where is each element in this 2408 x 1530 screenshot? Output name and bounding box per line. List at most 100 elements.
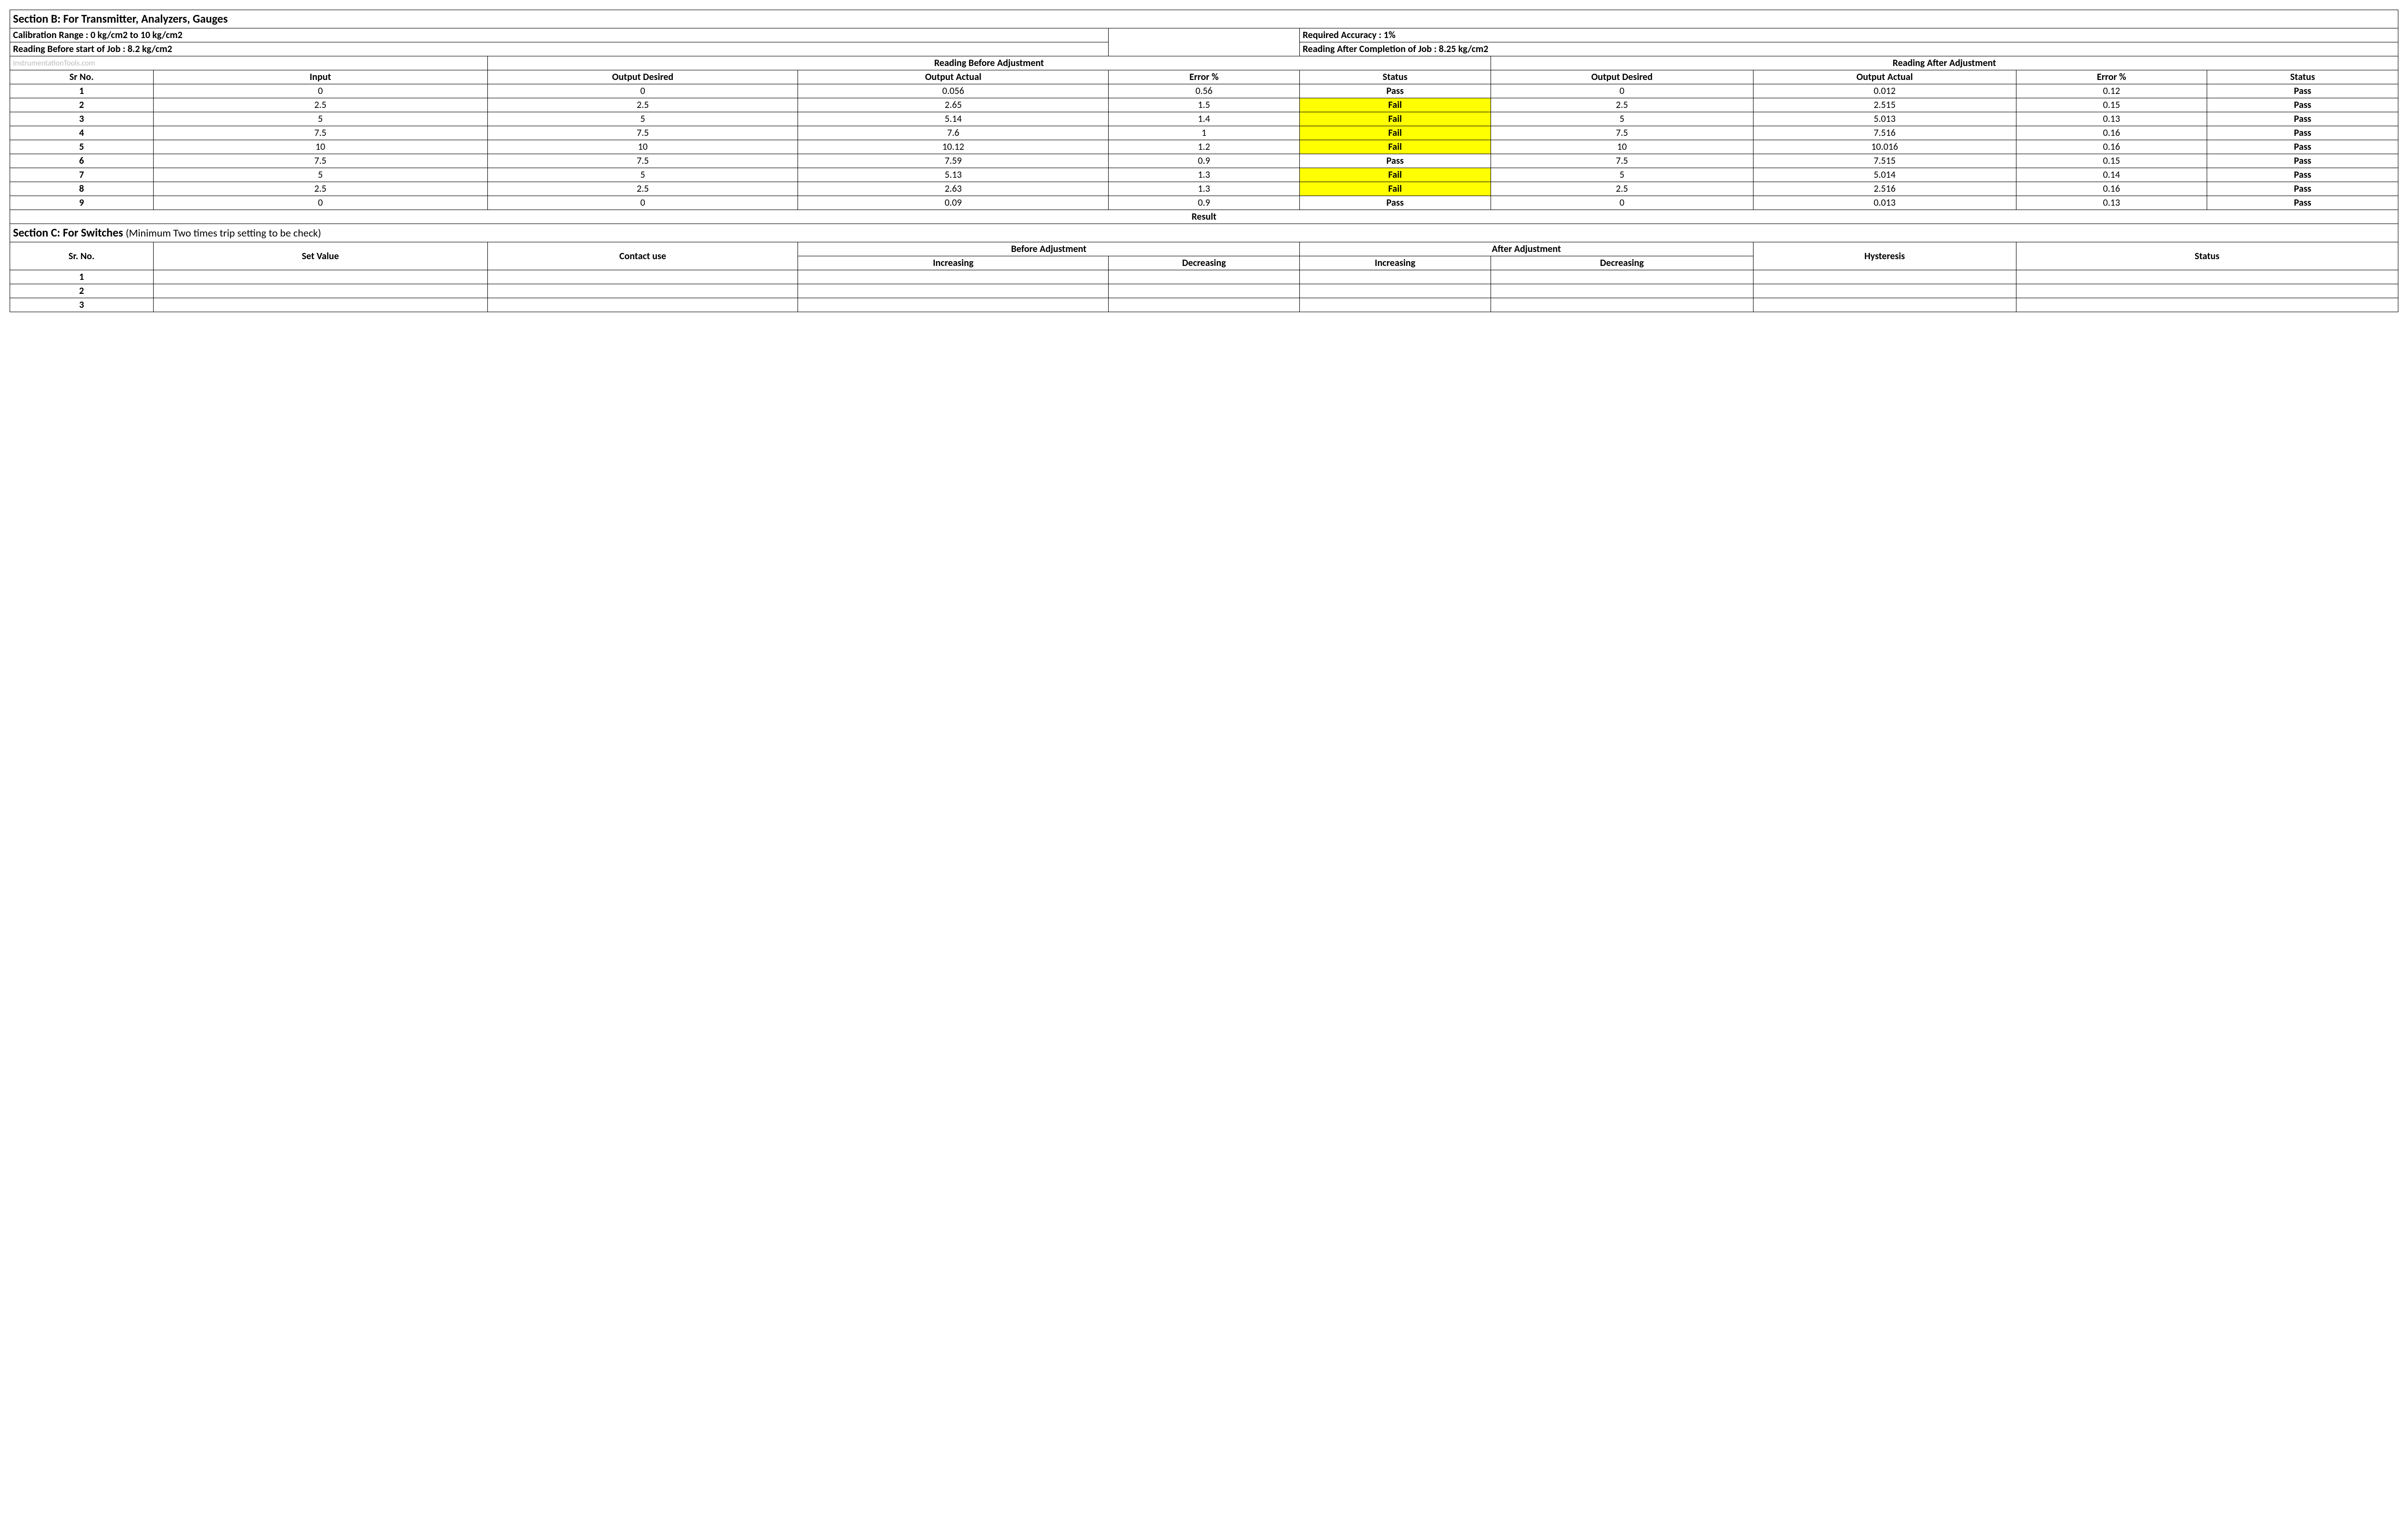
table-row: 1 — [10, 270, 2398, 284]
cell: 7.59 — [798, 154, 1109, 168]
c-col-afteradj: After Adjustment — [1299, 242, 1753, 256]
cell: 0.09 — [798, 196, 1109, 210]
cell — [487, 284, 798, 298]
section-c-note: (Minimum Two times trip setting to be ch… — [126, 226, 321, 239]
cell: Pass — [1299, 84, 1491, 98]
cell: 2.5 — [1491, 182, 1753, 196]
cell: 0.9 — [1109, 154, 1300, 168]
cell: 1.3 — [1109, 168, 1300, 182]
cell: 4 — [10, 126, 154, 140]
cell: 7.5 — [1491, 126, 1753, 140]
cell: 10.016 — [1754, 140, 2016, 154]
table-row: 47.57.57.61Fail7.57.5160.16Pass — [10, 126, 2398, 140]
cell: 0 — [1491, 84, 1753, 98]
spacer-cell — [1109, 28, 1300, 56]
cell: 7.5 — [153, 126, 487, 140]
col-before-status: Status — [1299, 70, 1491, 84]
section-b-title: Section B: For Transmitter, Analyzers, G… — [10, 10, 2398, 28]
cell — [1754, 298, 2016, 312]
cell: 1.5 — [1109, 98, 1300, 112]
cell: Pass — [2207, 196, 2398, 210]
cell: 2.5 — [487, 98, 798, 112]
cell: 10 — [153, 140, 487, 154]
calibration-range: Calibration Range : 0 kg/cm2 to 10 kg/cm… — [10, 28, 1109, 42]
cell — [1299, 284, 1491, 298]
cell: 0.013 — [1754, 196, 2016, 210]
table-row: 67.57.57.590.9Pass7.57.5150.15Pass — [10, 154, 2398, 168]
cell: Fail — [1299, 182, 1491, 196]
calibration-report-table: Section B: For Transmitter, Analyzers, G… — [10, 10, 2398, 312]
cell: Pass — [2207, 140, 2398, 154]
cell: 9 — [10, 196, 154, 210]
cell: Pass — [1299, 196, 1491, 210]
cell: 7.6 — [798, 126, 1109, 140]
cell: 0.15 — [2016, 154, 2207, 168]
cell — [1754, 284, 2016, 298]
table-row: 82.52.52.631.3Fail2.52.5160.16Pass — [10, 182, 2398, 196]
cell: 5 — [10, 140, 154, 154]
cell: 2 — [10, 284, 154, 298]
cell — [1491, 284, 1753, 298]
col-after-status: Status — [2207, 70, 2398, 84]
table-row: 5101010.121.2Fail1010.0160.16Pass — [10, 140, 2398, 154]
col-after-error: Error % — [2016, 70, 2207, 84]
cell: 10 — [1491, 140, 1753, 154]
cell: 7 — [10, 168, 154, 182]
cell: Fail — [1299, 168, 1491, 182]
cell: 0 — [153, 196, 487, 210]
cell: 10.12 — [798, 140, 1109, 154]
cell: 2.63 — [798, 182, 1109, 196]
cell: 1.3 — [1109, 182, 1300, 196]
cell: 2.65 — [798, 98, 1109, 112]
cell: 0.16 — [2016, 140, 2207, 154]
cell — [1754, 270, 2016, 284]
cell: 0.12 — [2016, 84, 2207, 98]
cell: Fail — [1299, 98, 1491, 112]
cell: 5 — [153, 168, 487, 182]
cell: 1.2 — [1109, 140, 1300, 154]
c-col-srno: Sr. No. — [10, 242, 154, 270]
table-row: 9000.090.9Pass00.0130.13Pass — [10, 196, 2398, 210]
table-row: 3 — [10, 298, 2398, 312]
cell: Fail — [1299, 140, 1491, 154]
c-col-contactuse: Contact use — [487, 242, 798, 270]
cell: 7.515 — [1754, 154, 2016, 168]
table-row: 1000.0560.56Pass00.0120.12Pass — [10, 84, 2398, 98]
table-row: 2 — [10, 284, 2398, 298]
cell: 0.012 — [1754, 84, 2016, 98]
cell: 0 — [487, 84, 798, 98]
cell: 3 — [10, 298, 154, 312]
cell — [798, 270, 1109, 284]
cell: 1 — [10, 84, 154, 98]
cell — [487, 298, 798, 312]
cell: 7.5 — [1491, 154, 1753, 168]
cell: 2.516 — [1754, 182, 2016, 196]
required-accuracy: Required Accuracy : 1% — [1299, 28, 2398, 42]
cell — [153, 298, 487, 312]
cell: 10 — [487, 140, 798, 154]
cell — [1109, 298, 1300, 312]
c-col-after-inc: Increasing — [1299, 256, 1491, 270]
table-row: 7555.131.3Fail55.0140.14Pass — [10, 168, 2398, 182]
cell: 0.056 — [798, 84, 1109, 98]
cell: 0.14 — [2016, 168, 2207, 182]
cell — [1109, 284, 1300, 298]
c-col-after-dec: Decreasing — [1491, 256, 1753, 270]
cell: Pass — [2207, 84, 2398, 98]
c-col-status: Status — [2016, 242, 2398, 270]
cell: 5.013 — [1754, 112, 2016, 126]
section-c-title: Section C: For Switches (Minimum Two tim… — [10, 224, 2398, 242]
cell — [798, 298, 1109, 312]
result-label: Result — [10, 210, 2398, 224]
cell: Pass — [2207, 182, 2398, 196]
cell — [2016, 284, 2398, 298]
cell: 2 — [10, 98, 154, 112]
cell — [1109, 270, 1300, 284]
cell: 5.13 — [798, 168, 1109, 182]
cell — [1491, 298, 1753, 312]
cell: 2.515 — [1754, 98, 2016, 112]
c-col-hysteresis: Hysteresis — [1754, 242, 2016, 270]
cell: Pass — [2207, 154, 2398, 168]
cell: 7.516 — [1754, 126, 2016, 140]
cell: 0.16 — [2016, 182, 2207, 196]
